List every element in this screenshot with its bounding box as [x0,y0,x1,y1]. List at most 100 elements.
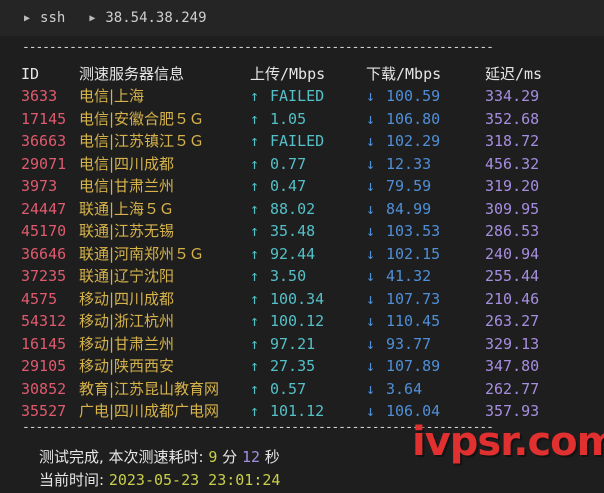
header-server: 测速服务器信息 [79,65,185,83]
table-row: 17145 电信|安徽合肥５Ｇ ↑ 1.05 ↓ 106.80 352.68 [0,108,604,130]
arrow-up-icon: ↑ [250,357,260,375]
row-upload-value: 92.44 [270,244,316,263]
row-download-value: 110.45 [386,312,441,330]
arrow-down-icon: ↓ [366,402,376,420]
arrow-up-icon: ↑ [250,244,260,263]
row-upload: ↑ 3.50 [250,265,306,287]
row-upload-value: FAILED [270,87,325,105]
row-id: 17145 [21,109,67,128]
row-upload-value: 100.12 [270,312,325,330]
table-row: 45170 联通|江苏无锡 ↑ 35.48 ↓ 103.53 286.53 [0,220,604,242]
table-row: 29105 移动|陕西西安 ↑ 27.35 ↓ 107.89 347.80 [0,355,604,377]
summary-time: 当前时间: 2023-05-23 23:01:24 [39,469,280,491]
arrow-down-icon: ↓ [366,289,376,308]
arrow-up-icon: ↑ [250,334,260,353]
row-download: ↓ 106.80 [366,108,440,130]
row-latency: 309.95 [485,199,540,218]
separator-top: ----------------------------------------… [22,40,494,55]
row-download: ↓ 79.59 [366,175,431,197]
row-upload-value: 101.12 [270,402,325,420]
row-upload: ↑ 100.12 [250,310,324,332]
row-latency: 319.20 [485,177,540,195]
row-upload-value: 27.35 [270,357,316,375]
arrow-up-icon: ↑ [250,289,260,308]
row-latency: 347.80 [485,357,540,375]
row-download-value: 106.80 [386,109,441,128]
row-upload: ↑ 100.34 [250,288,324,310]
row-upload: ↑ 92.44 [250,243,315,265]
summary-prefix: 测试完成, 本次测速耗时: [39,448,209,466]
row-upload: ↑ 1.05 [250,108,306,130]
breadcrumb-host[interactable]: ▶ 38.54.38.249 [89,10,206,26]
row-upload-value: 100.34 [270,289,325,308]
chevron-right-icon: ▶ [24,12,31,24]
header-id: ID [21,65,40,83]
table-row: 3973 电信|甘肃兰州 ↑ 0.47 ↓ 79.59 319.20 [0,175,604,197]
row-download: ↓ 110.45 [366,310,440,332]
row-upload-value: 97.21 [270,334,316,353]
row-upload-value: 3.50 [270,267,307,285]
row-upload-value: 88.02 [270,199,316,218]
row-upload-value: 1.05 [270,109,307,128]
terminal-output[interactable]: ----------------------------------------… [0,36,604,493]
arrow-down-icon: ↓ [366,222,376,240]
row-server: 移动|甘肃兰州 [79,334,175,353]
arrow-up-icon: ↑ [250,267,260,285]
arrow-up-icon: ↑ [250,222,260,240]
arrow-down-icon: ↓ [366,109,376,128]
row-server: 电信|甘肃兰州 [79,177,175,195]
arrow-down-icon: ↓ [366,357,376,375]
row-upload: ↑ 0.77 [250,153,306,175]
row-download: ↓ 100.59 [366,85,440,107]
row-download-value: 100.59 [386,87,441,105]
row-download: ↓ 3.64 [366,378,422,400]
table-row: 36646 联通|河南郑州５Ｇ ↑ 92.44 ↓ 102.15 240.94 [0,243,604,265]
row-download: ↓ 107.89 [366,355,440,377]
chevron-right-icon: ▶ [89,12,96,24]
row-download-value: 3.64 [386,379,423,398]
row-latency: 318.72 [485,132,540,150]
row-download-value: 102.15 [386,244,441,263]
row-id: 29071 [21,154,67,173]
row-upload-value: 35.48 [270,222,316,240]
row-latency: 240.94 [485,244,540,263]
row-id: 24447 [21,199,67,218]
row-server: 电信|安徽合肥５Ｇ [79,109,205,128]
breadcrumb-ssh-label: ssh [40,10,66,26]
row-upload-value: 0.57 [270,379,307,398]
row-download-value: 41.32 [386,267,432,285]
row-latency: 286.53 [485,222,540,240]
row-latency: 334.29 [485,87,540,105]
row-id: 16145 [21,334,67,353]
row-download: ↓ 12.33 [366,153,431,175]
row-download-value: 79.59 [386,177,432,195]
header-upload: 上传/Mbps [250,65,326,83]
arrow-down-icon: ↓ [366,132,376,150]
arrow-up-icon: ↑ [250,109,260,128]
row-upload: ↑ 88.02 [250,198,315,220]
table-row: 16145 移动|甘肃兰州 ↑ 97.21 ↓ 93.77 329.13 [0,333,604,355]
row-latency: 329.13 [485,334,540,353]
row-server: 教育|江苏昆山教育网 [79,379,220,398]
row-server: 联通|河南郑州５Ｇ [79,244,205,263]
arrow-down-icon: ↓ [366,312,376,330]
row-latency: 262.77 [485,379,540,398]
breadcrumb-ssh[interactable]: ▶ ssh [24,10,65,26]
arrow-down-icon: ↓ [366,199,376,218]
arrow-up-icon: ↑ [250,87,260,105]
row-download: ↓ 93.77 [366,333,431,355]
row-server: 电信|江苏镇江５Ｇ [79,132,205,150]
arrow-up-icon: ↑ [250,379,260,398]
watermark-logo: ivpsr.com [412,419,604,465]
row-download-value: 103.53 [386,222,441,240]
row-server: 联通|江苏无锡 [79,222,175,240]
row-id: 3973 [21,177,58,195]
arrow-up-icon: ↑ [250,132,260,150]
row-id: 3633 [21,87,58,105]
row-server: 联通|上海５Ｇ [79,199,175,218]
table-row: 24447 联通|上海５Ｇ ↑ 88.02 ↓ 84.99 309.95 [0,198,604,220]
row-download: ↓ 84.99 [366,198,431,220]
row-upload: ↑ 97.21 [250,333,315,355]
row-download-value: 102.29 [386,132,441,150]
row-latency: 456.32 [485,154,540,173]
